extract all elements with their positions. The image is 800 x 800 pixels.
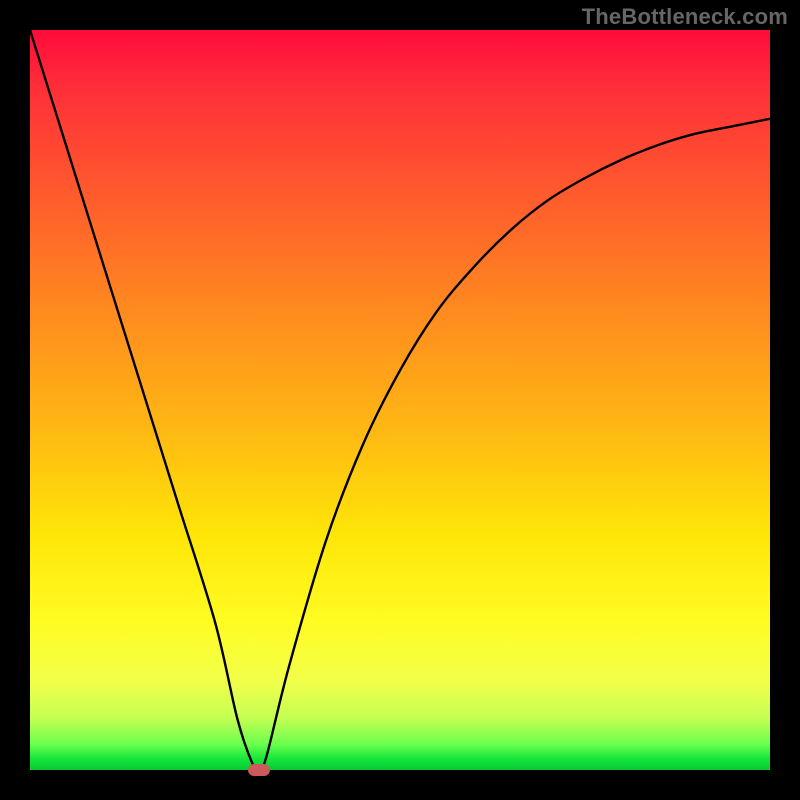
- plot-area: [30, 30, 770, 770]
- bottleneck-curve: [30, 30, 770, 770]
- watermark-text: TheBottleneck.com: [582, 4, 788, 30]
- minimum-marker: [248, 764, 270, 776]
- chart-frame: TheBottleneck.com: [0, 0, 800, 800]
